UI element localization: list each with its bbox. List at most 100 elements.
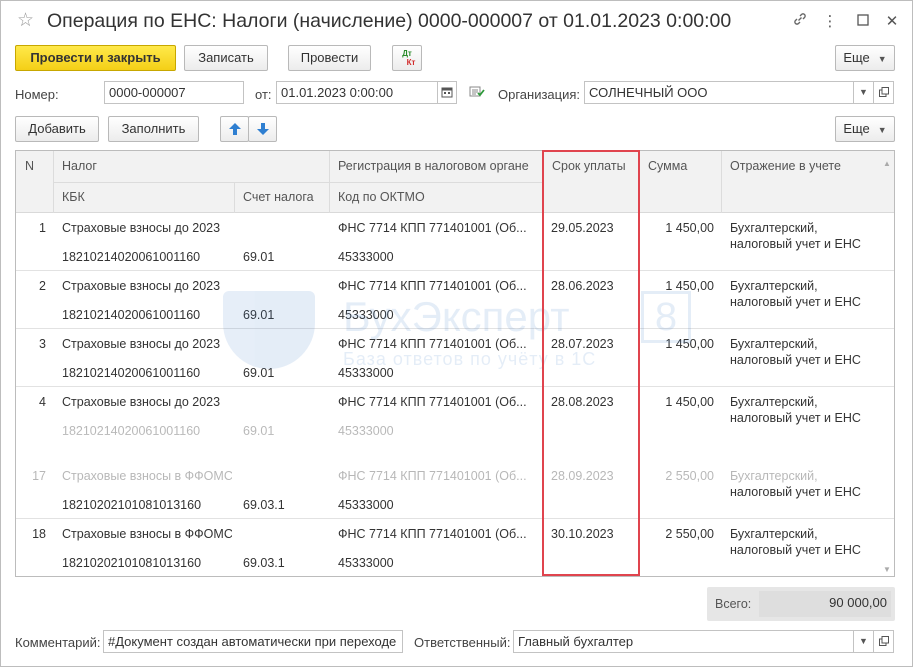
arrow-down-icon [256, 123, 269, 135]
number-label: Номер: [15, 87, 59, 102]
add-row-button[interactable]: Добавить [15, 116, 99, 142]
number-field[interactable]: 0000-000007 [104, 81, 244, 104]
row-reflection: налоговый учет и ЕНС [730, 237, 861, 251]
total-label: Всего: [715, 597, 752, 611]
scroll-up-icon[interactable]: ▲ [883, 159, 891, 168]
row-amount: 1 450,00 [665, 221, 714, 235]
table-row[interactable]: 2 Страховые взносы до 2023 1821021402006… [16, 271, 894, 329]
row-amount: 1 450,00 [665, 279, 714, 293]
organization-field[interactable]: СОЛНЕЧНЫЙ ООО [584, 81, 854, 104]
col-kbk[interactable]: КБК [62, 190, 85, 204]
row-reflection: Бухгалтерский, [730, 337, 818, 351]
post-and-close-button[interactable]: Провести и закрыть [15, 45, 176, 71]
row-registration: ФНС 7714 КПП 771401001 (Об... [338, 337, 527, 351]
favorite-star-icon[interactable]: ☆ [17, 11, 34, 31]
organization-open-icon[interactable] [873, 81, 894, 104]
row-tax: Страховые взносы до 2023 [62, 279, 221, 293]
row-due-date: 29.05.2023 [551, 221, 614, 235]
maximize-icon[interactable] [852, 11, 874, 33]
row-reflection: Бухгалтерский, [730, 221, 818, 235]
col-due-date[interactable]: Срок уплаты [552, 159, 626, 173]
table-row[interactable]: 1 Страховые взносы до 2023 1821021402006… [16, 213, 894, 271]
calendar-icon[interactable] [437, 81, 457, 104]
save-button[interactable]: Записать [184, 45, 268, 71]
col-account[interactable]: Счет налога [243, 190, 314, 204]
row-kbk: 18210202101081013160 [62, 498, 202, 512]
row-oktmo: 45333000 [338, 556, 394, 570]
row-account: 69.01 [243, 250, 275, 264]
row-amount: 1 450,00 [665, 395, 714, 409]
row-amount: 1 450,00 [665, 337, 714, 351]
table-row[interactable]: 3 Страховые взносы до 2023 1821021402006… [16, 329, 894, 387]
row-reflection: Бухгалтерский, [730, 395, 818, 409]
row-due-date: 28.07.2023 [551, 337, 614, 351]
col-reflection[interactable]: Отражение в учете [730, 159, 841, 173]
row-registration: ФНС 7714 КПП 771401001 (Об... [338, 395, 527, 409]
post-button[interactable]: Провести [288, 45, 371, 71]
title-bar: ☆ Операция по ЕНС: Налоги (начисление) 0… [1, 1, 912, 41]
comment-field[interactable]: #Документ создан автоматически при перех… [103, 630, 403, 653]
row-number: 3 [39, 337, 46, 351]
row-account: 69.03.1 [243, 556, 285, 570]
table-row[interactable]: 18 Страховые взносы в ФФОМС 182102021010… [16, 519, 894, 576]
col-amount[interactable]: Сумма [648, 159, 687, 173]
row-tax: Страховые взносы до 2023 [62, 337, 221, 351]
row-reflection: налоговый учет и ЕНС [730, 353, 861, 367]
dropdown-arrow-icon: ▼ [877, 53, 887, 64]
row-registration: ФНС 7714 КПП 771401001 (Об... [338, 469, 527, 483]
more-icon[interactable]: ⋮ [819, 11, 841, 33]
row-reflection: налоговый учет и ЕНС [730, 485, 861, 499]
dropdown-arrow-icon: ▼ [877, 124, 887, 135]
organization-dropdown-icon[interactable]: ▼ [853, 81, 874, 104]
date-field[interactable]: 01.01.2023 0:00:00 [276, 81, 438, 104]
row-tax: Страховые взносы в ФФОМС [62, 527, 232, 541]
table-header: N Налог КБК Счет налога Регистрация в на… [16, 151, 894, 213]
table-row[interactable]: 17 Страховые взносы в ФФОМС 182102021010… [16, 461, 894, 519]
close-icon[interactable]: ✕ [881, 11, 903, 33]
dt-kt-report-button[interactable]: Дт Кт [392, 45, 422, 71]
date-label: от: [255, 87, 272, 102]
link-icon[interactable] [789, 11, 811, 33]
row-due-date: 28.06.2023 [551, 279, 614, 293]
move-up-button[interactable] [220, 116, 249, 142]
row-tax: Страховые взносы до 2023 [62, 395, 221, 409]
row-account: 69.03.1 [243, 498, 285, 512]
row-oktmo: 45333000 [338, 250, 394, 264]
total-value: 90 000,00 [829, 595, 887, 610]
move-down-button[interactable] [248, 116, 277, 142]
row-reflection: Бухгалтерский, [730, 469, 818, 483]
row-reflection: Бухгалтерский, [730, 527, 818, 541]
table-more-button[interactable]: Еще ▼ [835, 116, 895, 142]
col-registration[interactable]: Регистрация в налоговом органе [338, 159, 529, 173]
row-oktmo: 45333000 [338, 498, 394, 512]
row-number: 4 [39, 395, 46, 409]
row-reflection: налоговый учет и ЕНС [730, 411, 861, 425]
row-due-date: 30.10.2023 [551, 527, 614, 541]
more-label: Еще [843, 50, 870, 65]
table-more-label: Еще [843, 121, 870, 136]
total-box: Всего: 90 000,00 [707, 587, 895, 621]
fill-button[interactable]: Заполнить [108, 116, 199, 142]
row-tax: Страховые взносы в ФФОМС [62, 469, 232, 483]
organization-label: Организация: [498, 87, 581, 102]
row-number: 18 [32, 527, 46, 541]
col-oktmo[interactable]: Код по ОКТМО [338, 190, 425, 204]
row-reflection: налоговый учет и ЕНС [730, 295, 861, 309]
responsible-dropdown-icon[interactable]: ▼ [853, 630, 874, 653]
row-reflection: налоговый учет и ЕНС [730, 543, 861, 557]
row-registration: ФНС 7714 КПП 771401001 (Об... [338, 527, 527, 541]
row-account: 69.01 [243, 308, 275, 322]
col-n[interactable]: N [25, 159, 34, 173]
row-amount: 2 550,00 [665, 469, 714, 483]
row-tax: Страховые взносы до 2023 [62, 221, 221, 235]
document-window: ☆ Операция по ЕНС: Налоги (начисление) 0… [0, 0, 913, 667]
row-oktmo: 45333000 [338, 366, 394, 380]
more-actions-button[interactable]: Еще ▼ [835, 45, 895, 71]
row-number: 1 [39, 221, 46, 235]
scroll-down-icon[interactable]: ▼ [883, 565, 891, 574]
row-amount: 2 550,00 [665, 527, 714, 541]
row-number: 17 [32, 469, 46, 483]
responsible-field[interactable]: Главный бухгалтер [513, 630, 854, 653]
responsible-open-icon[interactable] [873, 630, 894, 653]
col-tax[interactable]: Налог [62, 159, 97, 173]
